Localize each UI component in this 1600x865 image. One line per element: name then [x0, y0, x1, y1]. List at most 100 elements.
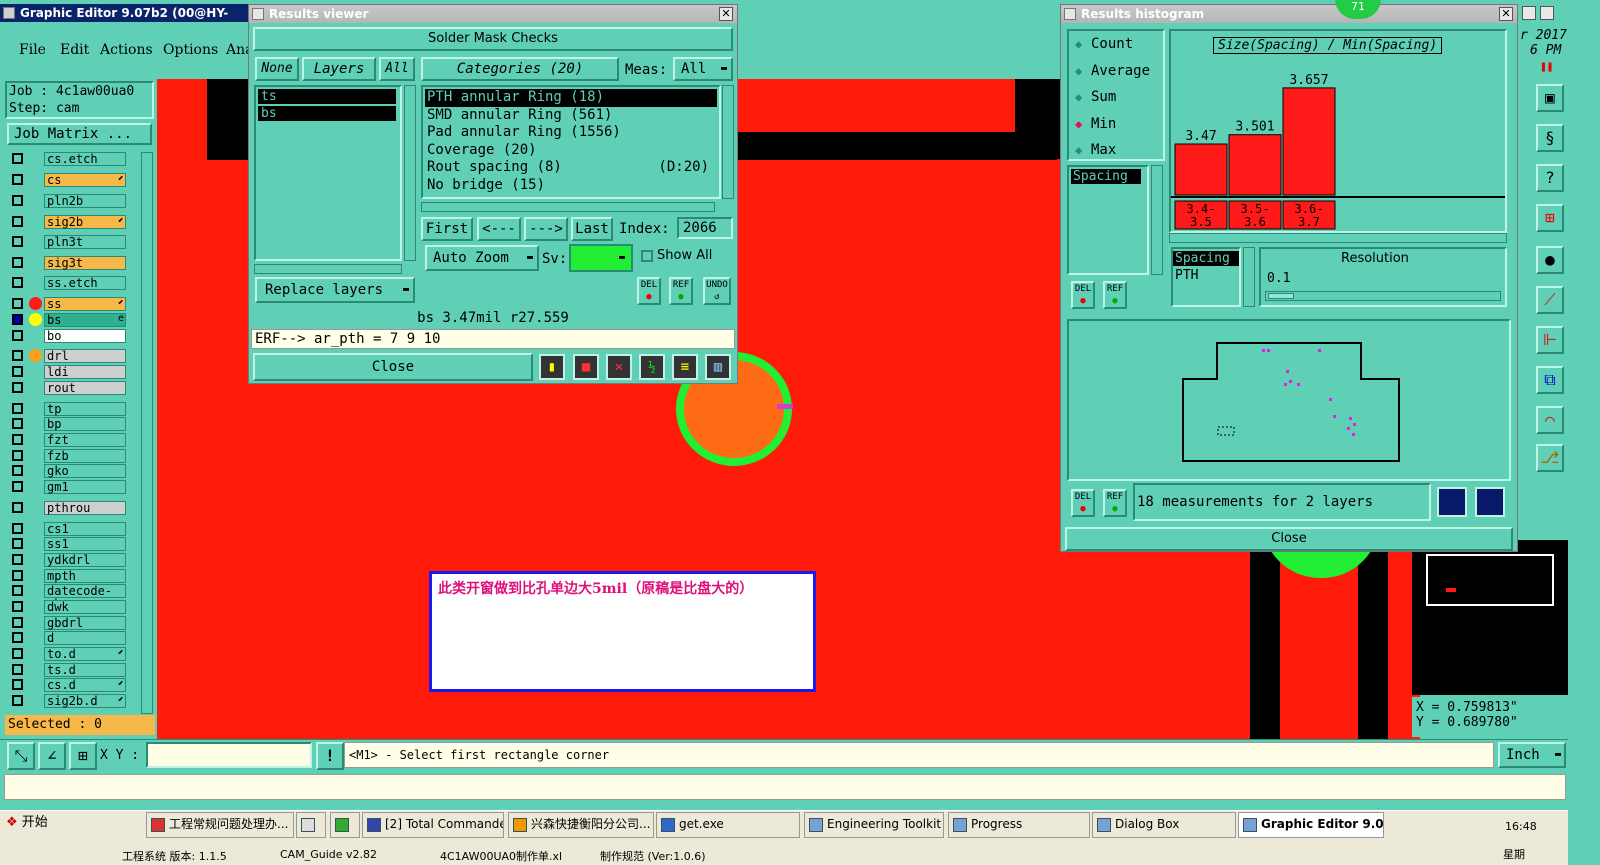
category-item[interactable]: Pad annular Ring (1556)	[425, 124, 717, 142]
layer-row-ldi[interactable]: ldi	[12, 365, 126, 379]
layer-row-pln2b[interactable]: pln2b	[12, 194, 126, 208]
task-blank-2[interactable]	[330, 812, 360, 838]
layer-row-gbdrl[interactable]: gbdrl	[12, 616, 126, 630]
layer-checkbox[interactable]	[12, 465, 23, 476]
menu-file[interactable]: File	[19, 42, 46, 58]
layer-checkbox[interactable]	[12, 664, 23, 675]
layer-name[interactable]: pthrou	[44, 501, 126, 515]
last-button[interactable]: Last	[571, 217, 613, 241]
histogram-bar[interactable]	[1282, 87, 1336, 196]
task-graphic-editor[interactable]: Graphic Editor 9.07...	[1238, 812, 1384, 838]
tray-clock[interactable]: 16:48	[1505, 820, 1537, 833]
layer-row-gm1[interactable]: gm1	[12, 480, 126, 494]
person-icon[interactable]: ▮	[539, 354, 565, 380]
rv-layer-list[interactable]: ts bs	[254, 85, 402, 261]
histogram-titlebar[interactable]: Results histogram ✕	[1061, 5, 1517, 23]
task-blank-1[interactable]	[296, 812, 326, 838]
layer-row-mpth[interactable]: mpth	[12, 569, 126, 583]
task-dialog-box[interactable]: Dialog Box	[1092, 812, 1236, 838]
layer-checkbox[interactable]	[12, 554, 23, 565]
layer-checkbox[interactable]	[12, 585, 23, 596]
layer-name[interactable]: dwk	[44, 600, 126, 614]
layout-tool-icon[interactable]: ▣	[1536, 84, 1564, 112]
spacing-pth-list[interactable]: Spacing PTH	[1171, 247, 1241, 307]
option-count[interactable]: ◆ Count	[1069, 31, 1163, 58]
layer-name[interactable]: cs.etch	[44, 152, 126, 166]
layer-row-tp[interactable]: tp	[12, 402, 126, 416]
group-spacing[interactable]: Spacing	[1071, 169, 1141, 184]
menu-edit[interactable]: Edit	[60, 42, 89, 58]
layer-row-cs.d[interactable]: cs.d ⬋	[12, 678, 126, 692]
layer-name[interactable]: ss1	[44, 537, 126, 551]
grid-tool-icon[interactable]: ⊞	[69, 742, 97, 770]
category-item[interactable]: No bridge (15)	[425, 177, 717, 195]
pad-tool-icon[interactable]: ●	[1536, 246, 1564, 274]
task-total-commander[interactable]: [2] Total Commander ...	[362, 812, 504, 838]
close-icon[interactable]: ✕	[719, 7, 733, 21]
layer-name[interactable]: gm1	[44, 480, 126, 494]
resolution-slider[interactable]	[1265, 291, 1501, 301]
categories-list[interactable]: PTH annular Ring (18) SMD annular Ring (5…	[421, 85, 721, 199]
row2-engineering-system[interactable]: 工程系统 版本: 1.1.5	[122, 848, 227, 864]
layer-name[interactable]: tp	[44, 402, 126, 416]
task-progress[interactable]: Progress	[948, 812, 1090, 838]
index-field[interactable]: 2066	[677, 217, 733, 239]
layer-row-cs[interactable]: cs ⬋	[12, 173, 126, 187]
layer-name[interactable]: cs1	[44, 522, 126, 536]
replace-layers-dropdown[interactable]: Replace layers ▬	[255, 277, 415, 303]
measure-tool-icon[interactable]: ⧉	[1536, 366, 1564, 394]
layer-checkbox[interactable]	[12, 502, 23, 513]
sv-color-select[interactable]: ▬	[569, 244, 633, 272]
category-item[interactable]: Coverage (20)	[425, 142, 717, 160]
route-tool-icon[interactable]: ⎇	[1536, 444, 1564, 472]
layer-name[interactable]: cs	[44, 173, 126, 187]
layer-checkbox[interactable]	[12, 481, 23, 492]
layer-name[interactable]: gko	[44, 464, 126, 478]
layer-checkbox[interactable]	[12, 538, 23, 549]
layer-row-dwk[interactable]: dwk	[12, 600, 126, 614]
layer-checkbox[interactable]	[12, 648, 23, 659]
layer-name[interactable]: to.d	[44, 647, 126, 661]
rv-del-button[interactable]: DEL ●	[637, 277, 661, 305]
rv-layer-ts[interactable]: ts	[258, 89, 396, 104]
layer-list[interactable]: cs.etch cs ⬋ pln2b sig2b ⬋ pln3t sig3t ss.etch ss…	[5, 150, 142, 712]
layer-name[interactable]: datecode-pbe	[44, 584, 126, 611]
next-button[interactable]: --->	[524, 217, 568, 241]
report-icon[interactable]: ≡	[672, 354, 698, 380]
hist-del-button-2[interactable]: DEL ●	[1071, 489, 1095, 517]
layer-name[interactable]: sig3t	[44, 256, 126, 270]
layer-row-ss.etch[interactable]: ss.etch	[12, 276, 126, 290]
layer-row-to.d[interactable]: to.d ⬋	[12, 647, 126, 661]
rv-layer-hscroll[interactable]	[254, 264, 402, 274]
layer-name[interactable]: gbdrl	[44, 616, 126, 630]
layer-row-sig2b.d[interactable]: sig2b.d ⬋	[12, 694, 126, 708]
layers-button[interactable]: Layers	[302, 57, 376, 81]
layer-row-gko[interactable]: gko	[12, 464, 126, 478]
xy-input[interactable]	[146, 742, 312, 768]
layer-name[interactable]: rout	[44, 381, 126, 395]
layer-name[interactable]: d	[44, 631, 126, 645]
option-min[interactable]: ◆ Min	[1069, 111, 1163, 138]
layer-checkbox[interactable]	[12, 601, 23, 612]
maximize-icon[interactable]	[1540, 6, 1554, 20]
alert-icon[interactable]: !	[316, 742, 344, 770]
layer-row-sig3t[interactable]: sig3t	[12, 256, 126, 270]
layer-checkbox[interactable]	[12, 679, 23, 690]
layer-row-fzb[interactable]: fzb	[12, 449, 126, 463]
rv-undo-button[interactable]: UNDO ↺	[703, 277, 731, 305]
category-item[interactable]: Rout spacing (8) (D:20)	[425, 159, 717, 177]
layer-scrollbar[interactable]	[141, 152, 153, 714]
option-average[interactable]: ◆ Average	[1069, 58, 1163, 85]
layers-none-button[interactable]: None	[255, 57, 299, 81]
layer-checkbox[interactable]	[12, 695, 23, 706]
layer-row-ss[interactable]: ss ⬋	[12, 297, 126, 311]
option-max[interactable]: ◆ Max	[1069, 137, 1163, 164]
task-engineering-issues[interactable]: 工程常规问题处理办...	[146, 812, 294, 838]
layer-checkbox[interactable]	[12, 434, 23, 445]
layer-checkbox[interactable]	[12, 330, 23, 341]
row2-worksheet[interactable]: 4C1AW00UA0制作单.xl	[440, 848, 562, 864]
layer-checkbox[interactable]	[12, 350, 23, 361]
layer-checkbox[interactable]	[12, 617, 23, 628]
spacing-selected[interactable]: Spacing	[1173, 251, 1239, 266]
layer-row-d[interactable]: d	[12, 631, 126, 645]
